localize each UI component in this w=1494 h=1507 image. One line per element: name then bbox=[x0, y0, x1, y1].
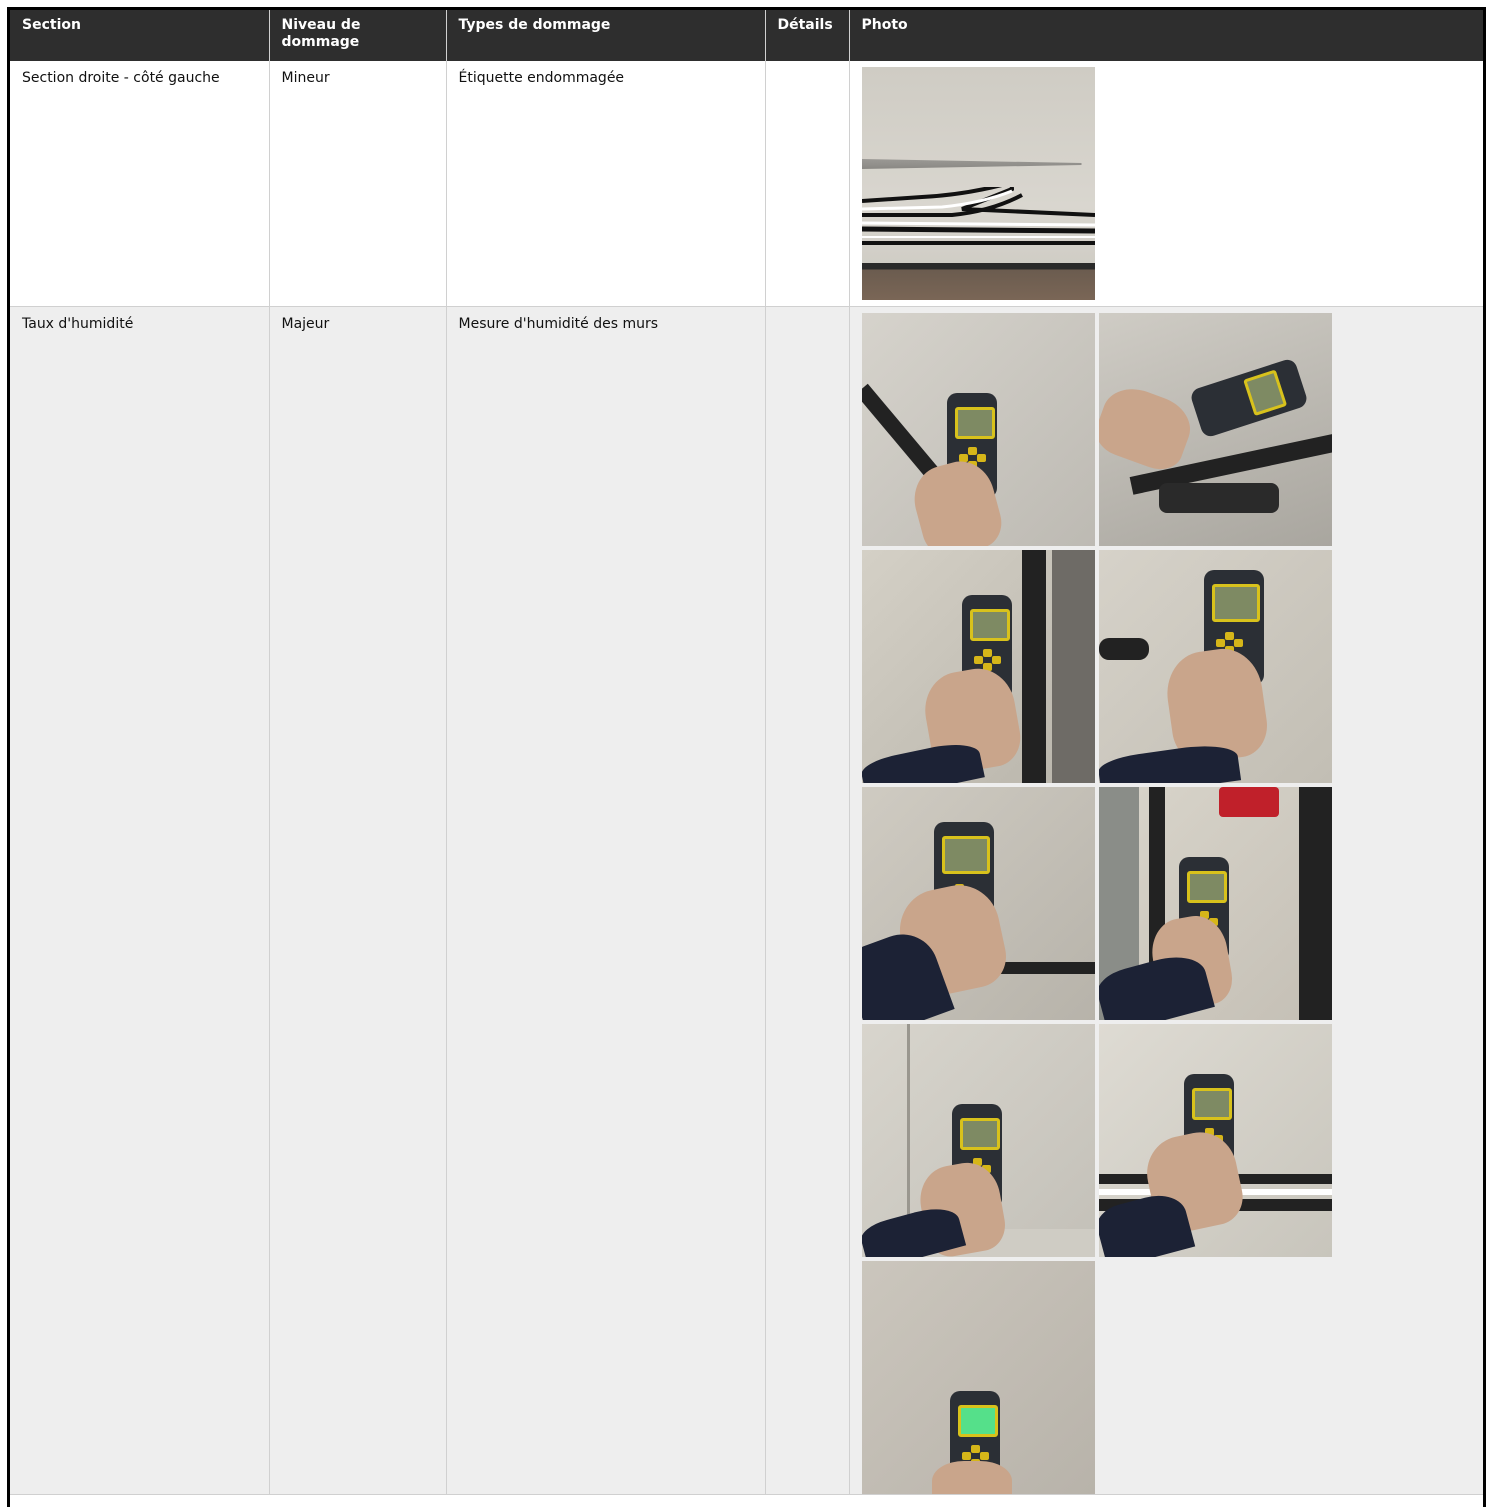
damage-table: Section Niveau de dommage Types de domma… bbox=[10, 10, 1483, 1495]
moisture-meter-photo[interactable] bbox=[861, 313, 1095, 546]
cell-details bbox=[765, 306, 850, 1495]
table-header-row: Section Niveau de dommage Types de domma… bbox=[10, 10, 1483, 61]
cell-level: Mineur bbox=[269, 61, 447, 307]
moisture-meter-photo[interactable] bbox=[861, 1024, 1095, 1257]
header-details: Détails bbox=[765, 10, 850, 61]
table-row: Section droite - côté gauche Mineur Étiq… bbox=[10, 61, 1483, 307]
cell-photos bbox=[849, 306, 1483, 1495]
cell-photos bbox=[849, 61, 1483, 307]
moisture-meter-photo[interactable] bbox=[861, 1261, 1095, 1494]
header-section: Section bbox=[10, 10, 270, 61]
cell-details bbox=[765, 61, 850, 307]
cell-types: Mesure d'humidité des murs bbox=[446, 306, 766, 1495]
cell-section: Taux d'humidité bbox=[10, 306, 270, 1495]
cell-section: Section droite - côté gauche bbox=[10, 61, 270, 307]
moisture-meter-photo[interactable] bbox=[1098, 1024, 1332, 1257]
header-types: Types de dommage bbox=[446, 10, 766, 61]
moisture-meter-photo[interactable] bbox=[1098, 313, 1332, 546]
cell-level: Majeur bbox=[269, 306, 447, 1495]
decal-damage-photo[interactable] bbox=[861, 67, 1095, 300]
cell-types: Étiquette endommagée bbox=[446, 61, 766, 307]
header-photo: Photo bbox=[849, 10, 1483, 61]
header-level: Niveau de dommage bbox=[269, 10, 447, 61]
moisture-meter-photo[interactable] bbox=[1098, 550, 1332, 783]
moisture-meter-photo[interactable] bbox=[861, 550, 1095, 783]
table-row: Taux d'humidité Majeur Mesure d'humidité… bbox=[10, 306, 1483, 1495]
moisture-meter-photo[interactable] bbox=[1098, 787, 1332, 1020]
moisture-meter-photo[interactable] bbox=[861, 787, 1095, 1020]
